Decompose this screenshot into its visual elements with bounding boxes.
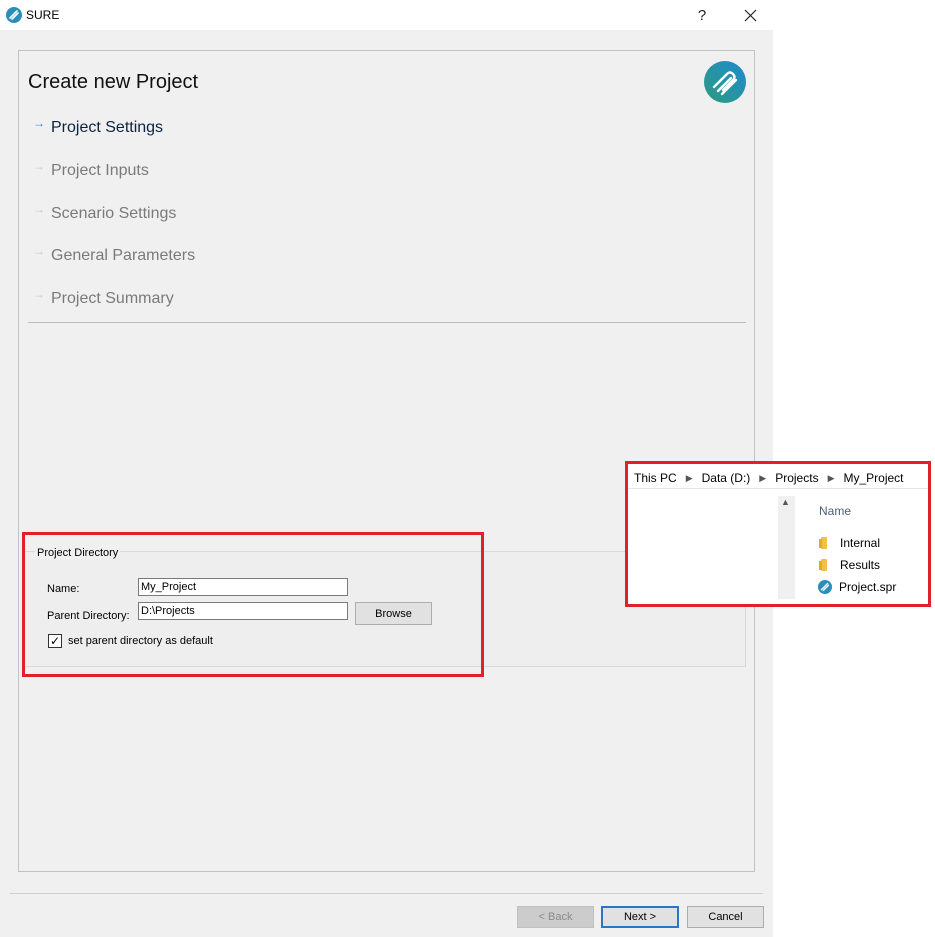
scroll-up-icon[interactable]: ▲ [781, 497, 790, 507]
arrow-right-icon: → [33, 159, 45, 173]
breadcrumb: This PC ▶ Data (D:) ▶ Projects ▶ My_Proj… [634, 471, 904, 485]
arrow-right-icon: → [33, 116, 45, 130]
folder-icon [819, 559, 831, 571]
parent-directory-input[interactable] [138, 602, 348, 620]
step-label: Scenario Settings [51, 205, 177, 222]
name-column-header[interactable]: Name [819, 504, 851, 518]
explorer-inset: This PC ▶ Data (D:) ▶ Projects ▶ My_Proj… [628, 464, 928, 604]
browse-button[interactable]: Browse [355, 602, 432, 625]
back-button[interactable]: < Back [517, 906, 594, 928]
file-name: Project.spr [839, 580, 897, 594]
chevron-right-icon: ▶ [759, 472, 767, 483]
parent-directory-label: Parent Directory: [47, 610, 130, 622]
step-label: Project Summary [51, 290, 174, 307]
wizard-title: Create new Project [28, 71, 199, 93]
arrow-right-icon: → [33, 202, 45, 216]
file-name: Internal [840, 536, 881, 550]
sure-app-icon [6, 7, 22, 23]
arrow-right-icon: → [33, 244, 45, 258]
steps-divider [28, 322, 746, 323]
step-project-inputs: → Project Inputs [33, 159, 149, 180]
project-name-input[interactable] [138, 578, 348, 596]
step-label: Project Inputs [51, 162, 149, 179]
cancel-button[interactable]: Cancel [687, 906, 764, 928]
sure-logo [704, 61, 746, 103]
chevron-right-icon: ▶ [827, 472, 835, 483]
step-project-settings: → Project Settings [33, 116, 164, 137]
name-label: Name: [47, 583, 80, 595]
close-icon [744, 9, 756, 21]
close-button[interactable] [732, 0, 768, 30]
wizard-panel: Create new Project → Project Settings → Pr… [18, 50, 755, 872]
group-title: Project Directory [35, 547, 121, 559]
arrow-right-icon: → [33, 287, 45, 301]
footer-divider [10, 893, 763, 894]
breadcrumb-item[interactable]: Projects [775, 471, 818, 485]
file-name: Results [840, 558, 881, 572]
step-general-parameters: → General Parameters [33, 244, 196, 265]
scrollbar[interactable]: ▲ [778, 496, 795, 599]
help-button[interactable]: ? [684, 0, 720, 30]
next-button[interactable]: Next > [601, 906, 679, 928]
sure-file-icon [818, 580, 832, 594]
file-item-results[interactable]: Results [819, 558, 880, 572]
file-item-internal[interactable]: Internal [819, 536, 880, 550]
step-label: General Parameters [51, 247, 196, 264]
file-item-project-spr[interactable]: Project.spr [818, 580, 896, 594]
breadcrumb-item[interactable]: My_Project [844, 471, 904, 485]
window-title: SURE [26, 8, 60, 22]
breadcrumb-item[interactable]: This PC [634, 471, 677, 485]
default-directory-checkbox[interactable]: ✓ [48, 634, 62, 648]
default-directory-label: set parent directory as default [68, 635, 213, 647]
step-project-summary: → Project Summary [33, 287, 174, 308]
step-scenario-settings: → Scenario Settings [33, 202, 177, 223]
breadcrumb-divider [628, 488, 928, 489]
step-label: Project Settings [51, 119, 164, 136]
breadcrumb-item[interactable]: Data (D:) [702, 471, 751, 485]
folder-icon [819, 537, 831, 549]
title-bar: SURE ? [0, 0, 773, 30]
chevron-right-icon: ▶ [685, 472, 693, 483]
